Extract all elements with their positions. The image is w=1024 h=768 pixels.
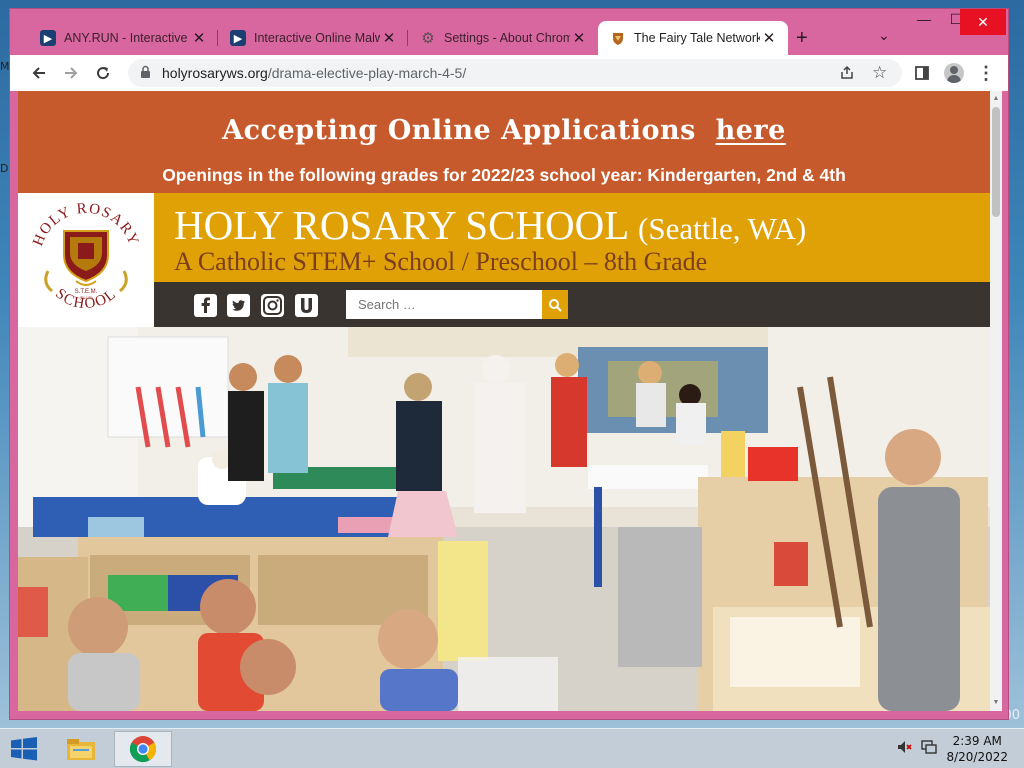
school-name: HOLY ROSARY SCHOOL — [174, 202, 628, 248]
browser-toolbar: holyrosaryws.org/drama-elective-play-mar… — [10, 55, 1008, 91]
social-search-bar — [154, 282, 990, 327]
folder-icon — [67, 739, 95, 760]
taskbar-clock[interactable]: 2:39 AM 8/20/2022 — [946, 733, 1008, 765]
address-bar[interactable]: holyrosaryws.org/drama-elective-play-mar… — [128, 59, 902, 87]
tab-settings[interactable]: ⚙ Settings - About Chrom ✕ — [408, 21, 598, 55]
clock-date: 8/20/2022 — [946, 750, 1008, 764]
windows-logo-icon — [11, 737, 37, 761]
scroll-thumb[interactable] — [992, 107, 1000, 217]
school-logo[interactable]: HOLY ROSARY SCHOOL S.T.E.M. (PLUS) — [18, 193, 154, 327]
avatar — [944, 63, 964, 83]
tab-title: ANY.RUN - Interactive O — [64, 31, 190, 45]
anyrun-icon: ▶ — [40, 30, 56, 46]
search-input[interactable] — [346, 297, 516, 312]
url-text: holyrosaryws.org/drama-elective-play-mar… — [162, 65, 466, 81]
applications-banner: Accepting Online Applications here Openi… — [18, 91, 990, 193]
school-location: (Seattle, WA) — [638, 211, 807, 246]
banner-title-text: Accepting Online Applications — [222, 115, 696, 146]
file-explorer-taskbar-button[interactable] — [52, 731, 110, 767]
network-icon[interactable] — [920, 739, 938, 758]
minimize-button[interactable]: — — [908, 11, 940, 35]
reload-button[interactable] — [88, 58, 118, 88]
start-button[interactable] — [6, 735, 42, 763]
side-panel-icon[interactable] — [908, 59, 936, 87]
share-icon[interactable] — [840, 65, 856, 85]
facebook-icon[interactable] — [194, 294, 217, 317]
profile-button[interactable] — [940, 59, 968, 87]
tab-title: Interactive Online Malw — [254, 31, 380, 45]
tab-anyrun-1[interactable]: ▶ ANY.RUN - Interactive O ✕ — [28, 21, 218, 55]
classroom-hero-image — [18, 327, 990, 711]
site-title[interactable]: HOLY ROSARY SCHOOL (Seattle, WA) — [174, 201, 806, 249]
arrow-right-icon — [65, 67, 78, 79]
forward-button[interactable] — [56, 58, 86, 88]
close-window-button[interactable]: ✕ — [960, 9, 1006, 35]
url-path: /drama-elective-play-march-4-5/ — [267, 65, 467, 81]
tab-title: Settings - About Chrom — [444, 31, 570, 45]
windows-taskbar: 2:39 AM 8/20/2022 — [0, 728, 1024, 768]
tab-close-icon[interactable]: ✕ — [190, 29, 208, 47]
back-button[interactable] — [24, 58, 54, 88]
chrome-icon — [129, 736, 157, 763]
arrow-left-icon — [32, 67, 45, 79]
speaker-muted-icon[interactable] — [896, 739, 912, 758]
lock-icon — [140, 65, 154, 81]
search-button[interactable] — [542, 290, 568, 319]
chevron-down-icon[interactable]: ⌄ — [878, 27, 890, 44]
fairy-tale-icon — [610, 30, 626, 46]
scroll-up-arrow[interactable]: ▲ — [990, 93, 1002, 105]
tab-anyrun-2[interactable]: ▶ Interactive Online Malw ✕ — [218, 21, 408, 55]
clock-time: 2:39 AM — [952, 734, 1002, 748]
instagram-icon[interactable] — [261, 294, 284, 317]
reload-icon — [97, 67, 110, 80]
page-scrollbar[interactable]: ▲ ▼ — [990, 91, 1002, 711]
anyrun-icon: ▶ — [230, 30, 246, 46]
chrome-taskbar-button[interactable] — [114, 731, 172, 767]
u-icon[interactable] — [295, 294, 318, 317]
banner-subtitle: Openings in the following grades for 202… — [162, 165, 846, 185]
chrome-window: ▶ ANY.RUN - Interactive O ✕ ▶ Interactiv… — [9, 8, 1009, 720]
bookmark-star-icon[interactable]: ☆ — [872, 63, 887, 83]
tab-close-icon[interactable]: ✕ — [380, 29, 398, 47]
tab-close-icon[interactable]: ✕ — [760, 29, 778, 47]
tab-strip: ▶ ANY.RUN - Interactive O ✕ ▶ Interactiv… — [10, 9, 1008, 55]
more-menu-icon[interactable]: ⋮ — [972, 59, 1000, 87]
twitter-icon[interactable] — [227, 294, 250, 317]
page-viewport: Accepting Online Applications here Openi… — [18, 91, 990, 711]
scroll-down-arrow[interactable]: ▼ — [990, 697, 1002, 709]
tab-close-icon[interactable]: ✕ — [570, 29, 588, 47]
new-tab-button[interactable]: + — [796, 27, 808, 50]
applications-here-link[interactable]: here — [716, 115, 786, 146]
school-tagline: A Catholic STEM+ School / Preschool – 8t… — [174, 247, 708, 276]
search-icon — [549, 298, 562, 312]
banner-title: Accepting Online Applications here — [18, 115, 990, 146]
gear-icon: ⚙ — [421, 30, 435, 47]
tab-fairy-tale-network[interactable]: The Fairy Tale Network ✕ — [598, 21, 788, 55]
tab-title: The Fairy Tale Network — [634, 31, 760, 45]
logo-plus-text: (PLUS) — [79, 295, 93, 300]
school-header: HOLY ROSARY SCHOOL (Seattle, WA) A Catho… — [154, 193, 990, 282]
site-search-field[interactable] — [346, 290, 542, 319]
url-domain: holyrosaryws.org — [162, 65, 268, 81]
